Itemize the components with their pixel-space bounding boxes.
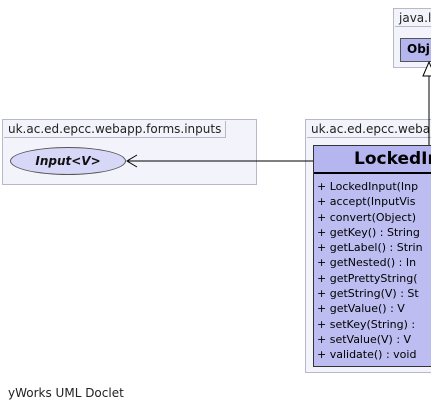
connectors xyxy=(126,60,431,168)
triangle-arrow-head xyxy=(422,60,431,77)
footer-credit: yWorks UML Doclet xyxy=(8,386,124,400)
